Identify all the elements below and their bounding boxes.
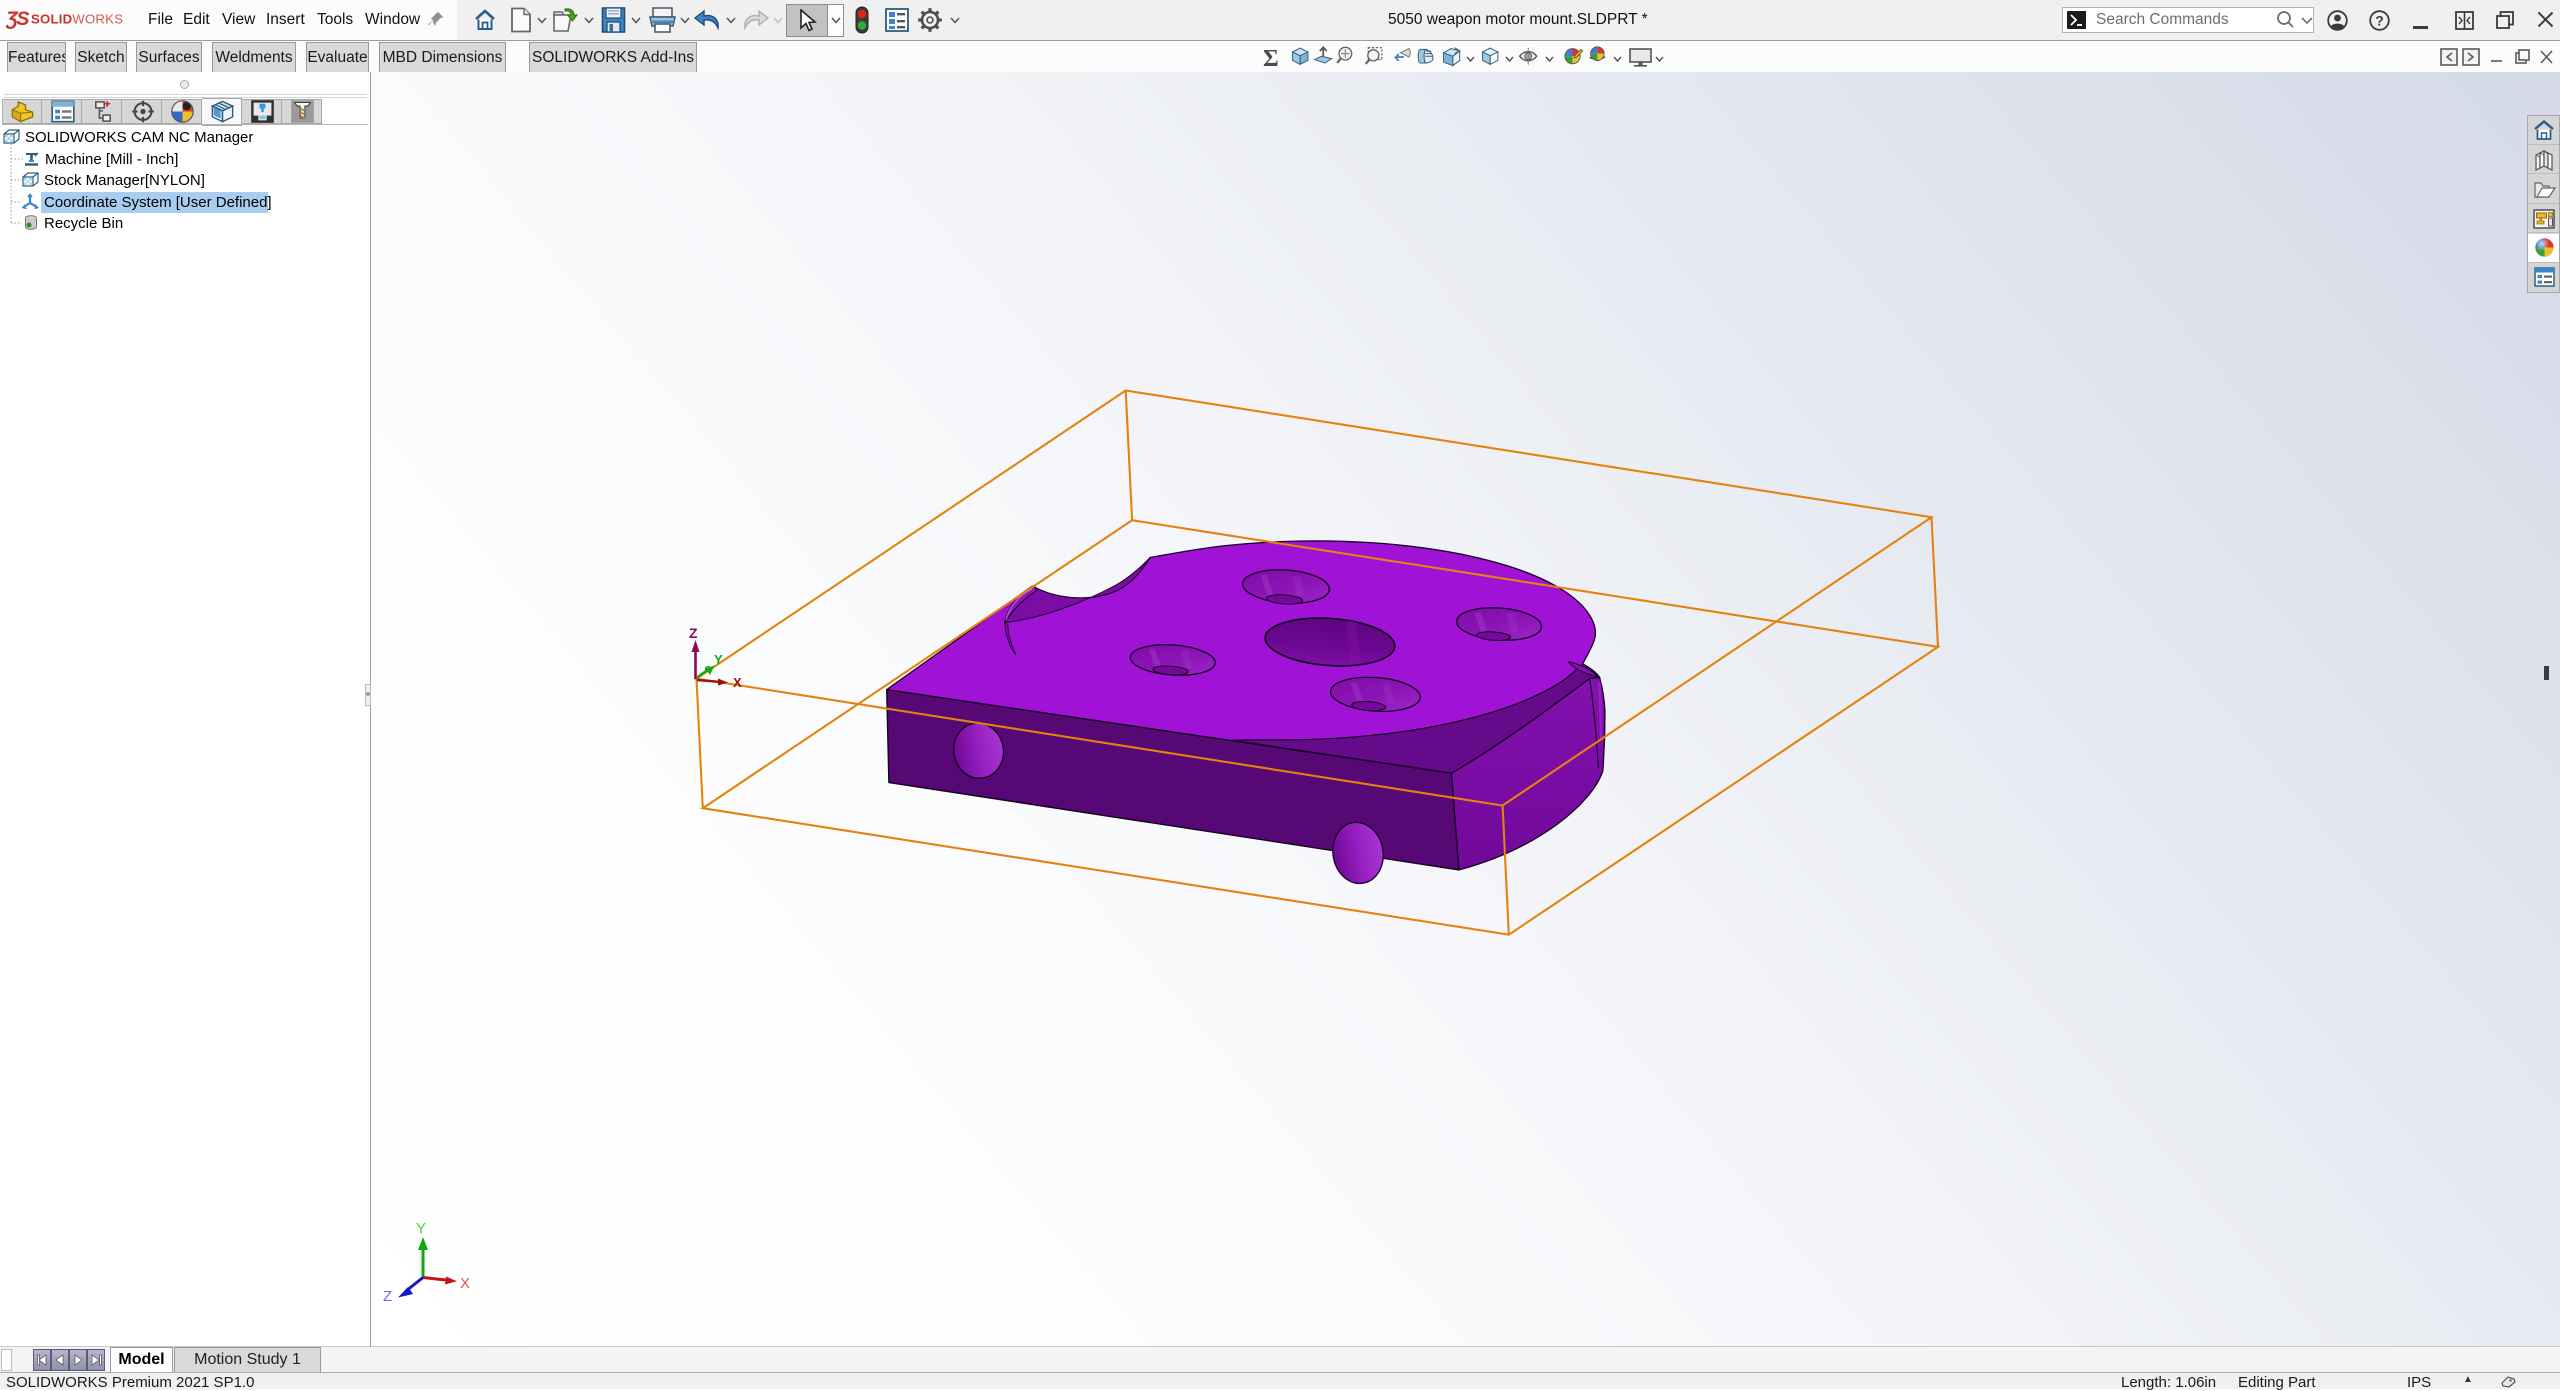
svg-text:SOLIDWORKS CAM NC Manager: SOLIDWORKS CAM NC Manager — [25, 129, 253, 146]
svg-text:Y: Y — [714, 652, 723, 667]
svg-text:Z: Z — [383, 1288, 392, 1305]
svg-text:Z: Z — [689, 625, 698, 641]
svg-text:Coordinate System [User Define: Coordinate System [User Defined] — [44, 194, 272, 211]
svg-text:X: X — [733, 675, 742, 690]
svg-text:X: X — [460, 1275, 470, 1292]
svg-text:?: ? — [2375, 13, 2384, 29]
svg-text:Machine [Mill - Inch]: Machine [Mill - Inch] — [45, 151, 178, 168]
svg-text:Σ: Σ — [1263, 46, 1279, 71]
svg-text:Stock Manager[NYLON]: Stock Manager[NYLON] — [44, 172, 205, 189]
svg-text:Recycle Bin: Recycle Bin — [44, 215, 123, 232]
svg-text:SOLIDWORKS: SOLIDWORKS — [31, 12, 123, 27]
svg-text:ƷS: ƷS — [6, 8, 29, 30]
svg-text:Y: Y — [416, 1220, 426, 1237]
